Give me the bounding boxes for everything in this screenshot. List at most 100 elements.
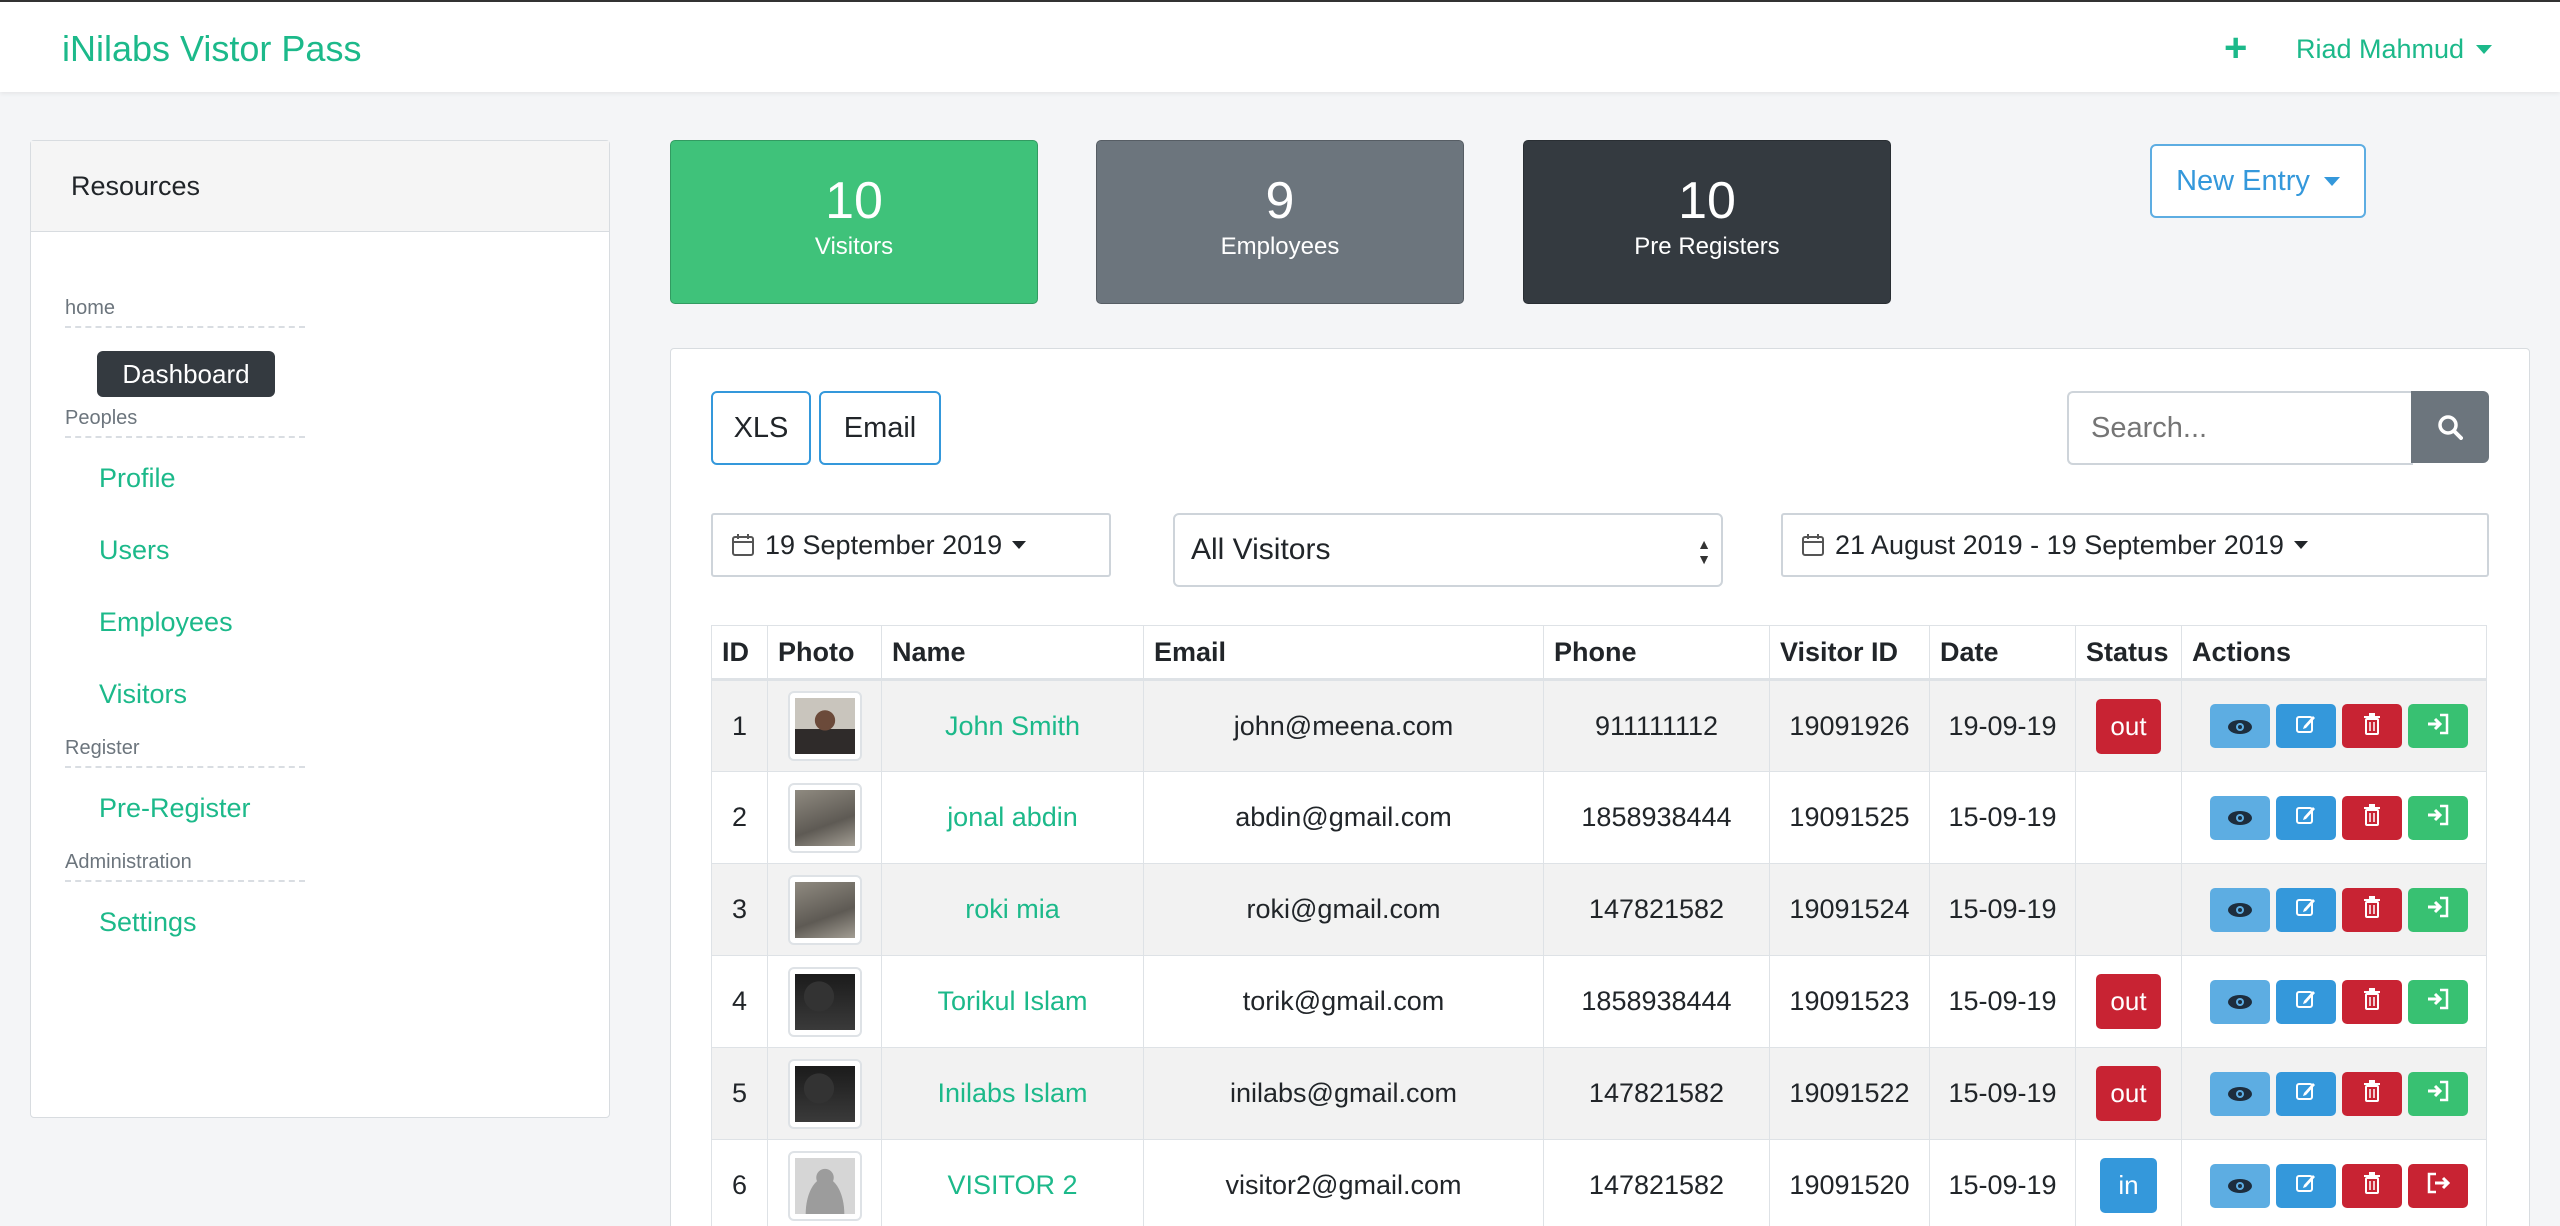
cell-actions xyxy=(2181,863,2487,956)
edit-icon xyxy=(2295,711,2317,742)
table-row: 5 Inilabs Islam inilabs@gmail.com 147821582… xyxy=(711,1047,2487,1140)
edit-button[interactable] xyxy=(2276,1071,2336,1116)
edit-button[interactable] xyxy=(2276,887,2336,932)
plus-icon[interactable]: + xyxy=(2224,28,2247,68)
edit-button[interactable] xyxy=(2276,795,2336,840)
new-entry-button[interactable]: New Entry xyxy=(2150,144,2366,218)
check-in-button[interactable] xyxy=(2408,887,2468,932)
visitors-stat-card[interactable]: 10 Visitors xyxy=(670,140,1038,304)
view-button[interactable] xyxy=(2210,795,2270,840)
delete-button[interactable] xyxy=(2342,887,2402,932)
column-header-phone[interactable]: Phone xyxy=(1543,625,1770,681)
visitor-name-link[interactable]: Inilabs Islam xyxy=(937,1078,1087,1108)
column-header-id[interactable]: ID xyxy=(711,625,768,681)
user-menu-dropdown[interactable]: Riad Mahmud xyxy=(2296,34,2493,65)
cell-status: out xyxy=(2075,1047,2182,1140)
date-filter-value: 19 September 2019 xyxy=(765,529,1003,560)
cell-name: Inilabs Islam xyxy=(881,1047,1144,1140)
cell-status xyxy=(2075,771,2182,864)
sidebar-title: Resources xyxy=(31,141,609,232)
view-button[interactable] xyxy=(2210,1163,2270,1208)
search-input[interactable] xyxy=(2067,391,2413,465)
date-filter[interactable]: 19 September 2019 xyxy=(711,513,1111,577)
delete-button[interactable] xyxy=(2342,979,2402,1024)
cell-phone: 1858938444 xyxy=(1543,955,1770,1048)
visitor-photo[interactable] xyxy=(787,874,862,945)
column-header-photo[interactable]: Photo xyxy=(767,625,882,681)
view-button[interactable] xyxy=(2210,704,2270,748)
column-header-email[interactable]: Email xyxy=(1143,625,1544,681)
sidebar-item-employees[interactable]: Employees xyxy=(99,607,233,638)
cell-photo xyxy=(767,955,882,1048)
email-export-button[interactable]: Email xyxy=(819,391,941,465)
view-button[interactable] xyxy=(2210,979,2270,1024)
search-button[interactable] xyxy=(2411,391,2489,463)
table-row: 3 roki mia roki@gmail.com 147821582 19091524… xyxy=(711,863,2487,956)
sidebar-section-peoples: Peoples xyxy=(65,407,305,438)
delete-button[interactable] xyxy=(2342,704,2402,748)
select-arrows-icon: ▲ ▼ xyxy=(1697,536,1711,567)
search-icon xyxy=(2438,415,2463,440)
cell-visitor-id: 19091523 xyxy=(1769,955,1930,1048)
table-row: 2 jonal abdin abdin@gmail.com 1858938444 190… xyxy=(711,771,2487,864)
visitor-photo[interactable] xyxy=(787,1150,862,1221)
sidebar-item-users[interactable]: Users xyxy=(99,535,170,566)
column-header-date[interactable]: Date xyxy=(1929,625,2076,681)
status-badge[interactable]: out xyxy=(2096,1066,2161,1121)
cell-status: out xyxy=(2075,679,2182,772)
sidebar-item-profile[interactable]: Profile xyxy=(99,463,176,494)
status-badge[interactable]: out xyxy=(2096,974,2161,1029)
pre-registers-label: Pre Registers xyxy=(1634,233,1780,260)
cell-status: out xyxy=(2075,955,2182,1048)
visitor-name-link[interactable]: Torikul Islam xyxy=(937,986,1087,1016)
check-in-button[interactable] xyxy=(2408,979,2468,1024)
view-button[interactable] xyxy=(2210,1071,2270,1116)
delete-button[interactable] xyxy=(2342,1071,2402,1116)
visitor-photo[interactable] xyxy=(787,782,862,853)
visitor-photo[interactable] xyxy=(787,691,862,761)
sidebar-item-dashboard[interactable]: Dashboard xyxy=(97,351,275,397)
date-range-filter[interactable]: 21 August 2019 - 19 September 2019 xyxy=(1781,513,2489,577)
cell-photo xyxy=(767,863,882,956)
delete-button[interactable] xyxy=(2342,1163,2402,1208)
edit-button[interactable] xyxy=(2276,1163,2336,1208)
cell-phone: 147821582 xyxy=(1543,863,1770,956)
column-header-name[interactable]: Name xyxy=(881,625,1144,681)
column-header-status[interactable]: Status xyxy=(2075,625,2182,681)
sign-in-icon xyxy=(2426,1078,2450,1109)
pre-registers-stat-card[interactable]: 10 Pre Registers xyxy=(1523,140,1891,304)
cell-photo xyxy=(767,771,882,864)
status-badge[interactable]: out xyxy=(2096,698,2161,754)
xls-export-button[interactable]: XLS xyxy=(711,391,811,465)
edit-button[interactable] xyxy=(2276,704,2336,748)
delete-button[interactable] xyxy=(2342,795,2402,840)
cell-email: torik@gmail.com xyxy=(1143,955,1544,1048)
check-in-button[interactable] xyxy=(2408,704,2468,748)
visitor-name-link[interactable]: jonal abdin xyxy=(947,802,1078,832)
edit-button[interactable] xyxy=(2276,979,2336,1024)
sidebar-item-pre-register[interactable]: Pre-Register xyxy=(99,793,251,824)
visitor-photo[interactable] xyxy=(787,1058,862,1129)
visitor-name-link[interactable]: John Smith xyxy=(945,711,1080,741)
eye-icon xyxy=(2227,986,2253,1017)
visitor-type-select[interactable]: All Visitors ▲ ▼ xyxy=(1173,513,1723,587)
visitor-name-link[interactable]: roki mia xyxy=(965,894,1060,924)
visitor-photo[interactable] xyxy=(787,966,862,1037)
eye-icon xyxy=(2227,894,2253,925)
visitor-name-link[interactable]: VISITOR 2 xyxy=(947,1170,1077,1200)
column-header-visitor-id[interactable]: Visitor ID xyxy=(1769,625,1930,681)
sidebar-item-visitors[interactable]: Visitors xyxy=(99,679,187,710)
trash-icon xyxy=(2363,986,2381,1017)
sidebar-item-settings[interactable]: Settings xyxy=(99,907,197,938)
cell-actions xyxy=(2181,1139,2487,1226)
brand-logo[interactable]: iNilabs Vistor Pass xyxy=(62,28,361,70)
status-badge[interactable]: in xyxy=(2100,1158,2157,1213)
check-in-button[interactable] xyxy=(2408,1071,2468,1116)
check-in-button[interactable] xyxy=(2408,795,2468,840)
view-button[interactable] xyxy=(2210,887,2270,932)
cell-date: 15-09-19 xyxy=(1929,771,2076,864)
cell-name: Torikul Islam xyxy=(881,955,1144,1048)
check-out-button[interactable] xyxy=(2408,1163,2468,1208)
cell-email: inilabs@gmail.com xyxy=(1143,1047,1544,1140)
employees-stat-card[interactable]: 9 Employees xyxy=(1096,140,1464,304)
